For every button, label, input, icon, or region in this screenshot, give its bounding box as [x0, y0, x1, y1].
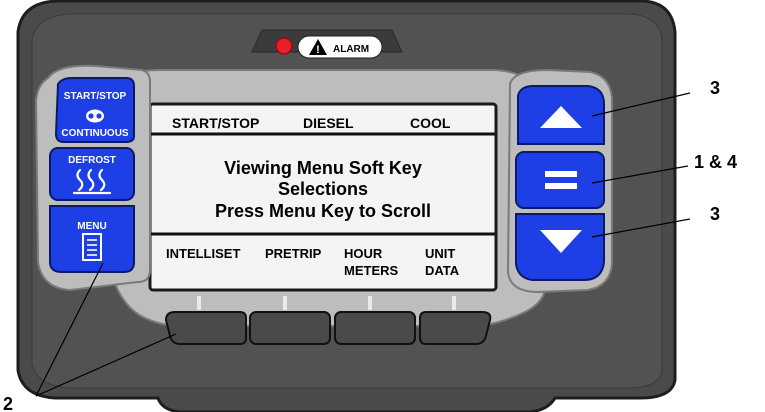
callout-softkeys: 2 [3, 394, 13, 412]
svg-text:!: ! [316, 44, 320, 56]
status-mode: START/STOP [172, 115, 259, 131]
status-fuel: DIESEL [303, 115, 354, 131]
softkey-label-3b: METERS [344, 263, 399, 278]
alarm-label: ALARM [333, 44, 369, 55]
down-arrow-button[interactable] [515, 213, 605, 281]
softkey-label-2: PRETRIP [265, 246, 322, 261]
start-stop-button[interactable]: START/STOP CONTINUOUS [54, 77, 135, 143]
callout-up: 3 [710, 78, 720, 98]
menu-button[interactable]: MENU [49, 205, 135, 273]
soft-key-2[interactable] [249, 311, 331, 345]
defrost-button[interactable]: DEFROST [49, 147, 135, 201]
defrost-label: DEFROST [68, 155, 116, 166]
soft-key-1[interactable] [164, 311, 247, 345]
menu-label: MENU [77, 221, 106, 232]
message-line-2: Selections [278, 179, 368, 199]
message-line-1: Viewing Menu Soft Key [224, 158, 422, 178]
callout-select: 1 & 4 [694, 152, 737, 172]
softkey-label-1: INTELLISET [166, 246, 240, 261]
soft-key-4[interactable] [419, 311, 492, 345]
select-button[interactable] [515, 151, 605, 209]
softkey-label-3: HOUR [344, 246, 383, 261]
controller-diagram: ! ALARM START/STOP DIESEL COOL Viewing M… [3, 0, 737, 412]
start-stop-label: START/STOP [64, 91, 127, 102]
soft-key-3[interactable] [334, 311, 416, 345]
continuous-label: CONTINUOUS [61, 128, 129, 139]
message-line-3: Press Menu Key to Scroll [215, 201, 431, 221]
callout-down: 3 [710, 204, 720, 224]
up-arrow-button[interactable] [517, 85, 605, 145]
softkey-label-4: UNIT [425, 246, 455, 261]
alarm-led [275, 37, 293, 55]
status-state: COOL [410, 115, 451, 131]
softkey-label-4b: DATA [425, 263, 460, 278]
continuous-icon [86, 109, 104, 123]
